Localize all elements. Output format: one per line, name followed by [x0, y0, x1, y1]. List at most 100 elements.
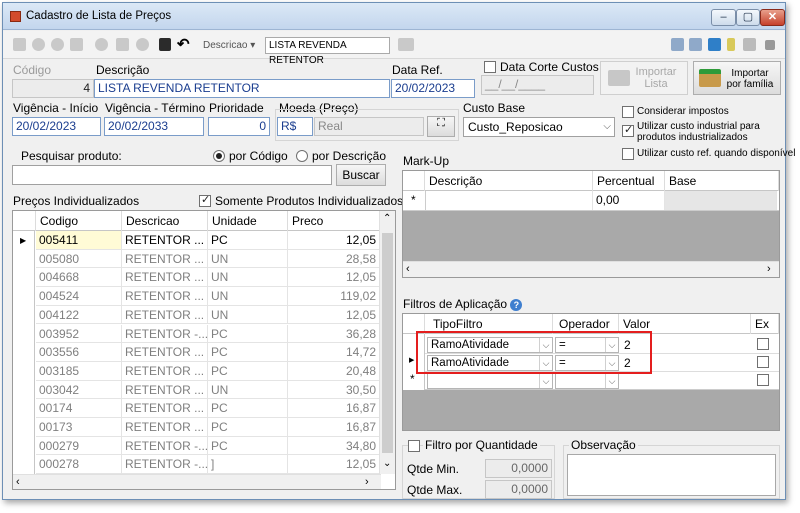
tool-icon-1[interactable] — [671, 38, 684, 51]
cell-descricao[interactable]: RETENTOR ... — [122, 249, 208, 268]
table-row[interactable]: 003952 RETENTOR -... PC 36,28 — [36, 324, 381, 344]
table-row[interactable]: 00173 RETENTOR ... PC 16,87 — [36, 418, 381, 437]
table-row[interactable]: 000278 RETENTOR -...] 12,05 — [36, 455, 381, 475]
table-row[interactable]: 005080 RETENTOR ... UN 28,58 — [36, 249, 381, 269]
cell-descricao[interactable]: RETENTOR ... — [122, 231, 208, 249]
next-record-icon[interactable] — [70, 38, 83, 51]
prev-record-icon[interactable] — [51, 38, 64, 51]
cell-descricao[interactable]: RETENTOR ... — [122, 305, 208, 324]
add-icon[interactable] — [95, 38, 108, 51]
moeda-code-field[interactable]: R$ — [277, 117, 313, 136]
table-row[interactable]: 000279 RETENTOR -... PC 34,80 — [36, 436, 381, 456]
cell-unidade[interactable]: PC — [208, 324, 288, 343]
undo-icon[interactable]: ↶ — [177, 35, 190, 53]
minimize-button[interactable]: – — [711, 9, 736, 26]
custo-base-combo[interactable]: Custo_Reposicao ⌵ — [463, 117, 615, 137]
cell-codigo[interactable]: 00174 — [36, 399, 122, 418]
markup-new-row[interactable]: * 0,00 — [403, 191, 779, 211]
cell-descricao[interactable]: RETENTOR -... — [122, 436, 208, 455]
table-row[interactable]: 004524 RETENTOR ... UN 119,02 — [36, 287, 381, 306]
cell-preco[interactable]: 36,28 — [288, 324, 381, 343]
precos-horizontal-scrollbar[interactable]: ‹ › — [13, 474, 381, 489]
cell-descricao[interactable]: RETENTOR ... — [122, 287, 208, 306]
cell-unidade[interactable]: UN — [208, 305, 288, 324]
cell-unidade[interactable]: PC — [208, 436, 288, 455]
scroll-left-icon[interactable]: ‹ — [406, 263, 410, 275]
table-row[interactable]: 003042 RETENTOR ... UN 30,50 — [36, 380, 381, 400]
por-codigo-radio[interactable] — [213, 150, 225, 162]
moeda-lookup-button[interactable]: ⛶ — [427, 116, 455, 137]
menu-icon[interactable] — [765, 40, 775, 50]
cell-codigo[interactable]: 003952 — [36, 324, 122, 343]
cell-descricao[interactable]: RETENTOR ... — [122, 361, 208, 380]
grid-search-icon[interactable] — [398, 38, 414, 51]
cell-unidade[interactable]: PC — [208, 399, 288, 418]
table-row[interactable]: 00174 RETENTOR ... PC 16,87 — [36, 399, 381, 418]
new-ex-checkbox[interactable] — [757, 374, 769, 386]
col-descricao[interactable]: Descricao — [122, 211, 208, 231]
ex-checkbox[interactable] — [757, 356, 769, 368]
cell-codigo[interactable]: 005080 — [36, 249, 122, 268]
first-record-icon[interactable] — [32, 38, 45, 51]
pesquisar-input[interactable] — [12, 165, 332, 185]
cell-unidade[interactable]: UN — [208, 268, 288, 287]
table-row[interactable]: 004122 RETENTOR ... UN 12,05 — [36, 305, 381, 325]
data-corte-checkbox[interactable] — [484, 61, 496, 73]
markup-percentual-cell[interactable]: 0,00 — [593, 191, 665, 210]
table-row[interactable]: 003185 RETENTOR ... PC 20,48 — [36, 361, 381, 381]
filtros-new-row[interactable]: ⌵ ⌵ — [425, 372, 779, 390]
new-icon[interactable] — [13, 38, 26, 51]
delete-icon[interactable] — [136, 38, 149, 51]
cell-descricao[interactable]: RETENTOR ... — [122, 268, 208, 287]
markup-horizontal-scrollbar[interactable]: ‹ › — [403, 261, 779, 277]
cell-preco[interactable]: 20,48 — [288, 361, 381, 380]
edit-icon[interactable] — [116, 38, 129, 51]
prioridade-field[interactable]: 0 — [208, 117, 270, 136]
table-row[interactable]: 004668 RETENTOR ... UN 12,05 — [36, 268, 381, 288]
new-operador-combo[interactable]: ⌵ — [555, 373, 619, 389]
cell-codigo[interactable]: 004122 — [36, 305, 122, 324]
descricao-field[interactable]: LISTA REVENDA RETENTOR — [94, 79, 390, 98]
cell-preco[interactable]: 34,80 — [288, 436, 381, 455]
cell-codigo[interactable]: 000279 — [36, 436, 122, 455]
vigencia-termino-field[interactable]: 20/02/2033 — [104, 117, 204, 136]
cell-codigo[interactable]: 004524 — [36, 287, 122, 306]
cell-descricao[interactable]: RETENTOR ... — [122, 343, 208, 362]
cell-codigo[interactable]: 003556 — [36, 343, 122, 362]
tool-icon-2[interactable] — [689, 38, 702, 51]
cell-preco[interactable]: 119,02 — [288, 287, 381, 306]
quantidade-checkbox[interactable] — [408, 440, 420, 452]
buscar-button[interactable]: Buscar — [336, 164, 386, 186]
cell-codigo[interactable]: 005411 — [36, 231, 122, 249]
cell-unidade[interactable]: PC — [208, 231, 288, 249]
data-ref-field[interactable]: 20/02/2023 — [391, 79, 475, 98]
markup-base-cell[interactable] — [665, 191, 777, 210]
cell-preco[interactable]: 16,87 — [288, 418, 381, 436]
por-descricao-radio[interactable] — [296, 150, 308, 162]
col-ex[interactable]: Ex — [751, 314, 779, 334]
cell-preco[interactable]: 28,58 — [288, 249, 381, 268]
cell-codigo[interactable]: 004668 — [36, 268, 122, 287]
help-icon[interactable]: ? — [510, 299, 523, 311]
precos-vertical-scrollbar[interactable]: ⌃ ⌄ — [379, 211, 395, 474]
markup-descricao-cell[interactable] — [425, 191, 593, 210]
col-unidade[interactable]: Unidade — [208, 211, 288, 231]
cell-codigo[interactable]: 000278 — [36, 455, 122, 474]
col-markup-descricao[interactable]: Descrição — [425, 171, 593, 191]
cell-codigo[interactable]: 003185 — [36, 361, 122, 380]
col-markup-base[interactable]: Base — [665, 171, 779, 191]
cell-unidade[interactable]: ] — [208, 455, 288, 474]
toolbar-search-input[interactable]: LISTA REVENDA RETENTOR — [265, 37, 390, 66]
cell-descricao[interactable]: RETENTOR ... — [122, 418, 208, 436]
observacao-textarea[interactable] — [567, 454, 776, 496]
col-preco[interactable]: Preco — [288, 211, 382, 231]
user-icon[interactable] — [743, 38, 756, 51]
scroll-left-icon[interactable]: ‹ — [16, 476, 20, 488]
cell-preco[interactable]: 12,05 — [288, 455, 381, 474]
cell-preco[interactable]: 14,72 — [288, 343, 381, 362]
tool-icon-3[interactable] — [708, 38, 721, 51]
search-field-selector[interactable]: Descricao ▾ — [203, 40, 255, 51]
cell-codigo[interactable]: 003042 — [36, 380, 122, 399]
cell-unidade[interactable]: PC — [208, 361, 288, 380]
scroll-down-icon[interactable]: ⌄ — [383, 458, 391, 469]
